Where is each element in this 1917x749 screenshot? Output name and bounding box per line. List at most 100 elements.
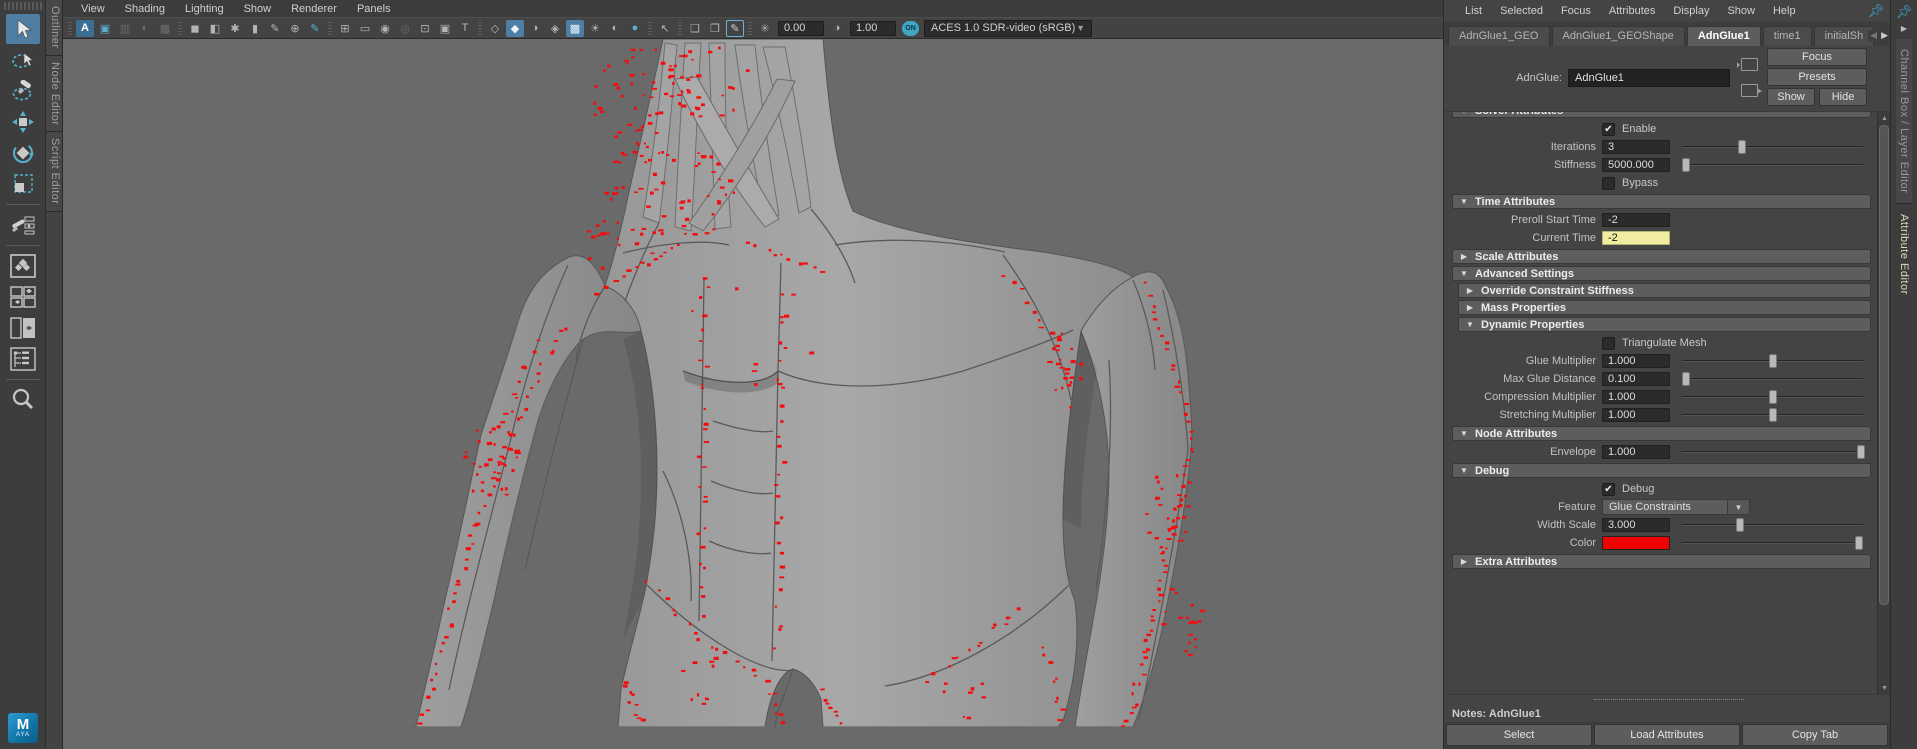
value-slider[interactable]	[1682, 518, 1863, 532]
focus-button[interactable]: Focus	[1767, 48, 1867, 66]
envelope-field[interactable]: 1.000	[1602, 445, 1670, 459]
tab-adnglue1_geoshape[interactable]: AdnGlue1_GEOShape	[1552, 26, 1685, 46]
tab-time1[interactable]: time1	[1763, 26, 1812, 46]
side-tab-script-editor[interactable]: Script Editor	[46, 132, 62, 211]
section-header-override-constraint-stiffness[interactable]: ▶Override Constraint Stiffness	[1458, 283, 1871, 298]
section-header-mass-properties[interactable]: ▶Mass Properties	[1458, 300, 1871, 315]
resize-grip[interactable]	[1594, 699, 1744, 700]
glue-multiplier-field[interactable]: 1.000	[1602, 354, 1670, 368]
field-chart-icon[interactable]: ⊡	[416, 20, 434, 37]
enable-checkbox[interactable]: ✔	[1602, 123, 1615, 136]
select-button[interactable]: Select	[1446, 724, 1592, 746]
textured-icon[interactable]: ▩	[156, 20, 174, 37]
tab-channel-box[interactable]: Channel Box / Layer Editor	[1896, 39, 1912, 204]
width-scale-field[interactable]: 3.000	[1602, 518, 1670, 532]
slider-handle[interactable]	[1769, 408, 1777, 422]
bookmark-icon[interactable]: ▮	[246, 20, 264, 37]
triangulate-mesh-checkbox[interactable]	[1602, 337, 1615, 350]
xray-cube-icon[interactable]: ◈	[546, 20, 564, 37]
chevron-down-icon[interactable]: ▼	[1728, 499, 1750, 515]
colorspace-dropdown[interactable]: ACES 1.0 SDR-video (sRGB)▼	[924, 20, 1092, 37]
camera-icon[interactable]: ◼	[186, 20, 204, 37]
presets-button[interactable]: Presets	[1767, 68, 1867, 86]
scrollbar-down-icon[interactable]: ▼	[1878, 682, 1891, 694]
value-slider[interactable]	[1682, 536, 1863, 550]
side-tab-outliner[interactable]: Outliner	[46, 0, 62, 56]
resolution-gate-icon[interactable]: ◉	[376, 20, 394, 37]
shadows-icon[interactable]: ◐	[606, 20, 624, 37]
tool-settings-icon[interactable]	[6, 210, 40, 240]
node-name-field[interactable]: AdnGlue1	[1568, 69, 1730, 87]
stiffness-field[interactable]: 5000.000	[1602, 158, 1670, 172]
value-slider[interactable]	[1682, 140, 1863, 154]
slider-handle[interactable]	[1769, 390, 1777, 404]
rotate-tool-icon[interactable]	[6, 138, 40, 168]
safe-title-icon[interactable]: T	[456, 20, 474, 37]
screen-draw-icon[interactable]: ✎	[726, 20, 744, 37]
bypass-checkbox[interactable]	[1602, 177, 1615, 190]
attribute-scrollbar[interactable]: ▲ ▼	[1877, 112, 1890, 694]
shaded-cube-icon[interactable]: ◆	[506, 20, 524, 37]
lasso-select-tool-icon[interactable]	[6, 45, 40, 75]
input-connection-icon[interactable]	[1741, 58, 1758, 71]
layout-outliner-persp-icon[interactable]	[6, 344, 40, 374]
lights-icon[interactable]: ☀	[586, 20, 604, 37]
ae-menu-display[interactable]: Display	[1664, 3, 1718, 19]
pin-icon[interactable]: 📌︎	[1867, 3, 1884, 19]
selection-highlight-icon[interactable]: ▣	[96, 20, 114, 37]
layout-two-pane-icon[interactable]	[6, 313, 40, 343]
value-slider[interactable]	[1682, 158, 1863, 172]
current-time-field[interactable]: -2	[1602, 231, 1670, 245]
slider-handle[interactable]	[1857, 445, 1865, 459]
tab-adnglue1[interactable]: AdnGlue1	[1687, 26, 1761, 46]
pan-zoom-icon[interactable]: ⊕	[286, 20, 304, 37]
checker-icon[interactable]: ▩	[566, 20, 584, 37]
viewport-3d[interactable]	[63, 39, 1443, 749]
slider-handle[interactable]	[1736, 518, 1744, 532]
gate-mask-icon[interactable]: ◎	[396, 20, 414, 37]
ae-menu-help[interactable]: Help	[1764, 3, 1805, 19]
slider-handle[interactable]	[1682, 158, 1690, 172]
value-slider[interactable]	[1682, 390, 1863, 404]
copy-layer-icon[interactable]: ❏	[686, 20, 704, 37]
compression-multiplier-field[interactable]: 1.000	[1602, 390, 1670, 404]
section-header-extra-attributes[interactable]: ▶Extra Attributes	[1452, 554, 1871, 569]
color-swatch[interactable]	[1602, 536, 1670, 550]
tabs-scroll-left-icon[interactable]: ◀	[1870, 30, 1877, 41]
section-header-debug-section[interactable]: ▼Debug	[1452, 463, 1871, 478]
slider-handle[interactable]	[1738, 140, 1746, 154]
viewport-menu-lighting[interactable]: Lighting	[175, 2, 234, 16]
paint-select-tool-icon[interactable]	[6, 76, 40, 106]
contrast-icon[interactable]: ◑	[828, 20, 846, 37]
smooth-shade-icon[interactable]: ◐	[136, 20, 154, 37]
max-glue-distance-field[interactable]: 0.100	[1602, 372, 1670, 386]
textured-sphere-icon[interactable]: ◑	[526, 20, 544, 37]
side-tab-node-editor[interactable]: Node Editor	[46, 56, 62, 133]
gamma-field[interactable]: 1.00	[850, 21, 896, 36]
viewport-menu-renderer[interactable]: Renderer	[281, 2, 347, 16]
value-slider[interactable]	[1682, 445, 1863, 459]
zoom-tool-icon[interactable]	[6, 385, 40, 415]
ae-menu-list[interactable]: List	[1456, 3, 1491, 19]
value-slider[interactable]	[1682, 408, 1863, 422]
slider-handle[interactable]	[1769, 354, 1777, 368]
scale-tool-icon[interactable]	[6, 169, 40, 199]
move-tool-icon[interactable]	[6, 107, 40, 137]
paste-layer-icon[interactable]: ❐	[706, 20, 724, 37]
exposure-icon[interactable]: ✳	[756, 20, 774, 37]
tab-attribute-editor[interactable]: Attribute Editor	[1896, 204, 1912, 305]
stretching-multiplier-field[interactable]: 1.000	[1602, 408, 1670, 422]
section-header-advanced-settings[interactable]: ▼Advanced Settings	[1452, 266, 1871, 281]
camera-lock-icon[interactable]: ◧	[206, 20, 224, 37]
slider-handle[interactable]	[1855, 536, 1863, 550]
hide-button[interactable]: Hide	[1819, 88, 1867, 106]
wireframe-cube-icon[interactable]: ◇	[486, 20, 504, 37]
color-management-on-icon[interactable]: ON	[902, 21, 919, 36]
isolate-select-icon[interactable]: ↖	[656, 20, 674, 37]
slider-handle[interactable]	[1682, 372, 1690, 386]
section-header-solver-attributes[interactable]: ▼Solver Attributes	[1452, 112, 1871, 118]
select-tool-icon[interactable]	[6, 14, 40, 44]
viewport-menu-shading[interactable]: Shading	[115, 2, 175, 16]
scrollbar-up-icon[interactable]: ▲	[1878, 112, 1891, 124]
iterations-field[interactable]: 3	[1602, 140, 1670, 154]
